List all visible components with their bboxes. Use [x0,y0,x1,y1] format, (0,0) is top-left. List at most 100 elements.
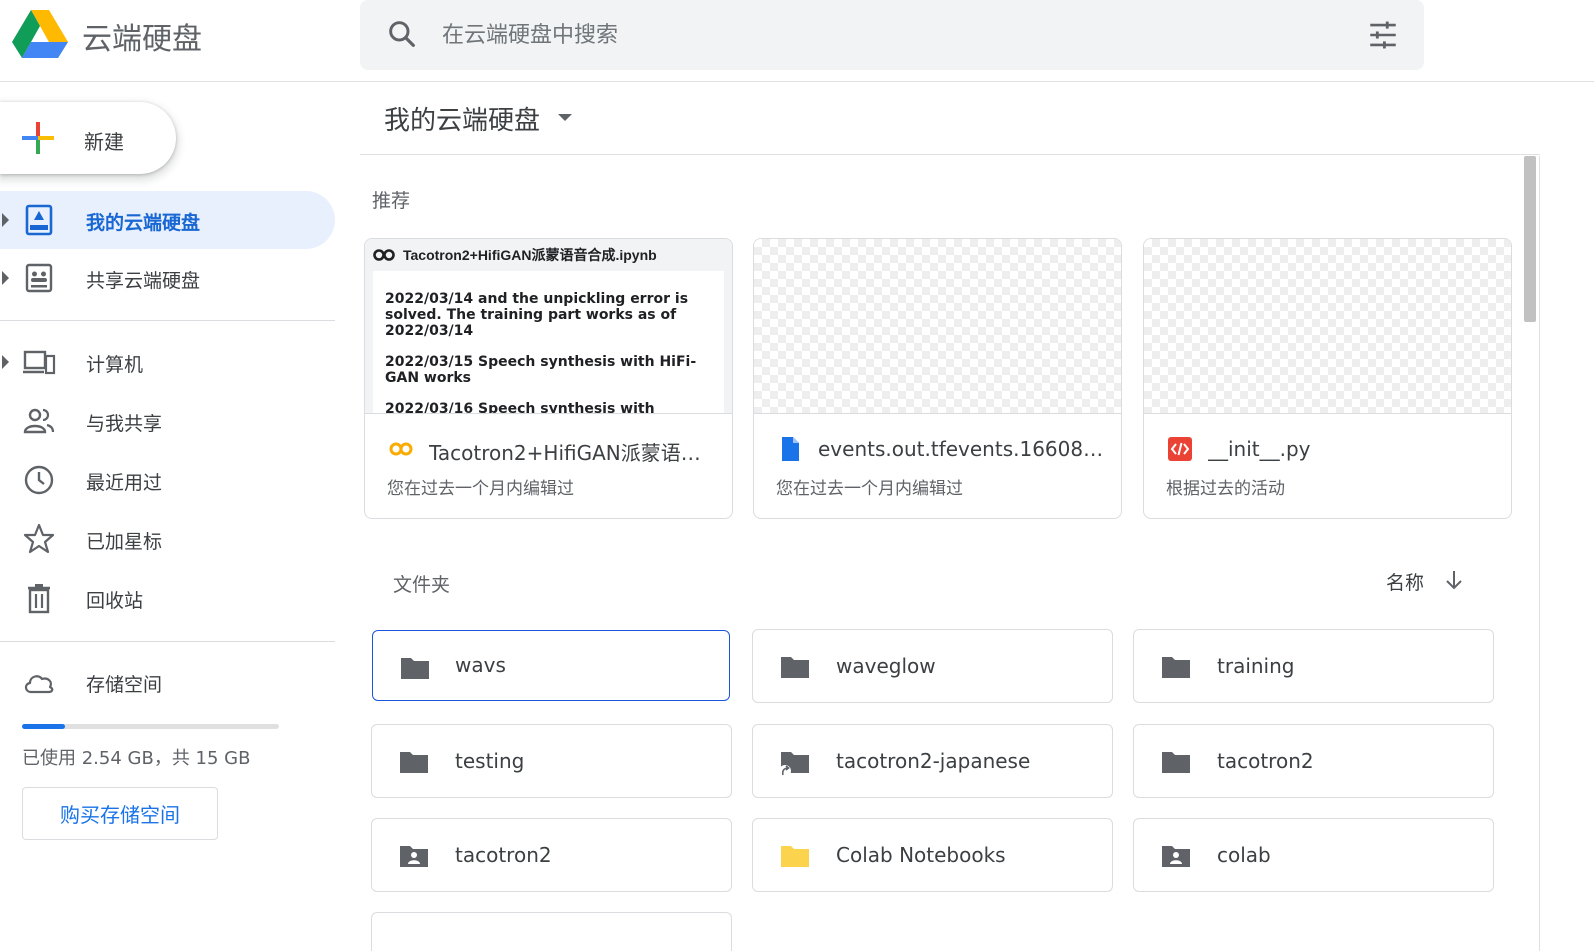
folder-item[interactable]: colab [1133,818,1494,892]
folder-item[interactable]: training [1133,629,1494,703]
my-drive-icon [25,204,53,236]
search-options-icon[interactable] [1366,18,1400,52]
folder-name: Colab Notebooks [836,843,1006,867]
expand-caret-icon[interactable] [2,213,9,227]
sidebar-divider [0,641,335,642]
sidebar-item-label: 我的云端硬盘 [86,212,201,234]
search-icon[interactable] [386,18,418,50]
clock-icon [24,465,54,495]
sidebar-item-label: 回收站 [86,590,144,612]
expand-caret-icon[interactable] [2,355,9,369]
chevron-down-icon[interactable] [558,114,572,121]
folder-item[interactable]: wavs [372,630,730,701]
notebook-preview-header: Tacotron2+HifiGAN派蒙语音合成.ipynb [373,245,657,265]
sidebar-divider [0,320,335,321]
sort-by-name[interactable]: 名称 [1386,568,1424,595]
star-icon [23,523,55,554]
folder-name: training [1217,654,1295,678]
folder-item[interactable]: testing [371,724,732,798]
folder-item[interactable]: tacotron2 [371,818,732,892]
sidebar-item-shared-drives[interactable]: 共享云端硬盘 [0,249,335,307]
details-side-panel [1539,156,1594,951]
folder-name: wavs [455,653,506,677]
top-bar: 云端硬盘 [0,0,1594,82]
notebook-preview-body: 2022/03/14 and the unpickling error is s… [373,271,724,413]
sidebar-item-starred[interactable]: 已加星标 [0,510,335,568]
file-preview: Tacotron2+HifiGAN派蒙语音合成.ipynb 2022/03/14… [365,239,732,414]
storage-progress-bar [22,724,279,729]
sidebar-item-label: 共享云端硬盘 [86,270,201,292]
sidebar-item-label: 最近用过 [86,472,163,494]
sidebar-item-label: 已加星标 [86,531,163,553]
new-button[interactable]: 新建 [0,102,176,174]
suggested-heading: 推荐 [372,190,411,212]
storage-progress-fill [22,724,66,729]
sidebar-item-trash[interactable]: 回收站 [0,569,335,627]
search-input[interactable] [442,18,1342,52]
expand-caret-icon[interactable] [2,271,9,285]
folder-item[interactable]: Colab Notebooks [752,818,1113,892]
plus-icon [22,122,54,154]
colab-icon [389,442,413,456]
cloud-icon [24,675,54,694]
folder-icon [781,657,809,678]
app-title[interactable]: 云端硬盘 [82,14,202,58]
folder-name: tacotron2 [455,843,552,867]
folder-name: waveglow [836,654,936,678]
breadcrumb[interactable]: 我的云端硬盘 [384,100,540,137]
drive-logo-icon[interactable] [12,10,68,58]
colab-folder-icon [781,846,809,867]
shared-folder-icon [1162,846,1190,867]
file-activity: 您在过去一个月内编辑过 [776,479,963,499]
buy-storage-button[interactable]: 购买存储空间 [22,787,218,840]
notebook-preview-title: Tacotron2+HifiGAN派蒙语音合成.ipynb [403,247,657,263]
sidebar-item-my-drive[interactable]: 我的云端硬盘 [0,191,335,249]
arrow-down-icon[interactable] [1442,568,1466,592]
doc-icon [782,437,799,461]
storage-usage-text: 已使用 2.54 GB，共 15 GB [22,748,251,769]
scrollbar-thumb[interactable] [1524,156,1536,322]
main-content: 我的云端硬盘 推荐 Tacotron2+HifiGAN派蒙语音合成.ipynb … [360,82,1540,951]
file-name: __init__.py [1208,437,1311,461]
notebook-preview-line: 2022/03/15 Speech synthesis with HiFi-GA… [385,354,697,386]
suggested-file-card[interactable]: events.out.tfevents.16608286... 您在过去一个月内… [753,238,1122,519]
notebook-preview-line: 2022/03/16 Speech synthesis with Waveglo… [385,401,655,413]
folder-name: tacotron2 [1217,749,1314,773]
folder-item[interactable]: waveglow [752,629,1113,703]
folder-item-partial[interactable] [371,912,732,951]
suggested-file-card[interactable]: __init__.py 根据过去的活动 [1143,238,1512,519]
folder-item[interactable]: tacotron2 [1133,724,1494,798]
suggested-file-card[interactable]: Tacotron2+HifiGAN派蒙语音合成.ipynb 2022/03/14… [364,238,733,519]
folders-heading: 文件夹 [393,574,451,596]
sidebar-item-shared-with-me[interactable]: 与我共享 [0,392,335,450]
folder-icon [1162,657,1190,678]
sidebar-item-label: 计算机 [86,354,144,376]
sidebar: 新建 我的云端硬盘 共享云端硬盘 计算机 与我共享 最近用过 已加星标 回收站 … [0,82,350,951]
sidebar-item-storage[interactable]: 存储空间 [0,653,335,711]
file-activity: 根据过去的活动 [1166,479,1285,499]
computers-icon [23,350,56,375]
search-bar[interactable] [360,0,1424,70]
file-preview [754,239,1121,414]
new-button-label: 新建 [84,130,124,154]
sidebar-item-label: 与我共享 [86,413,163,435]
shortcut-folder-icon [779,752,809,777]
file-name: events.out.tfevents.16608286... [818,437,1104,461]
shared-folder-icon [400,846,428,867]
sidebar-item-recent[interactable]: 最近用过 [0,451,335,509]
sidebar-item-computers[interactable]: 计算机 [0,333,335,391]
notebook-preview-line: 2022/03/14 and the unpickling error is s… [385,291,689,339]
shared-with-me-icon [23,408,55,434]
folder-name: tacotron2-japanese [836,749,1031,773]
sidebar-item-label: 存储空间 [86,674,163,696]
file-preview [1144,239,1511,414]
folder-icon [401,658,429,679]
file-activity: 您在过去一个月内编辑过 [387,479,574,499]
folder-icon [400,752,428,773]
folder-item[interactable]: tacotron2-japanese [752,724,1113,798]
shared-drives-icon [25,263,53,293]
file-name: Tacotron2+HifiGAN派蒙语音... [429,441,715,465]
folder-icon [1162,752,1190,773]
folder-name: colab [1217,843,1271,867]
main-divider [360,154,1540,155]
